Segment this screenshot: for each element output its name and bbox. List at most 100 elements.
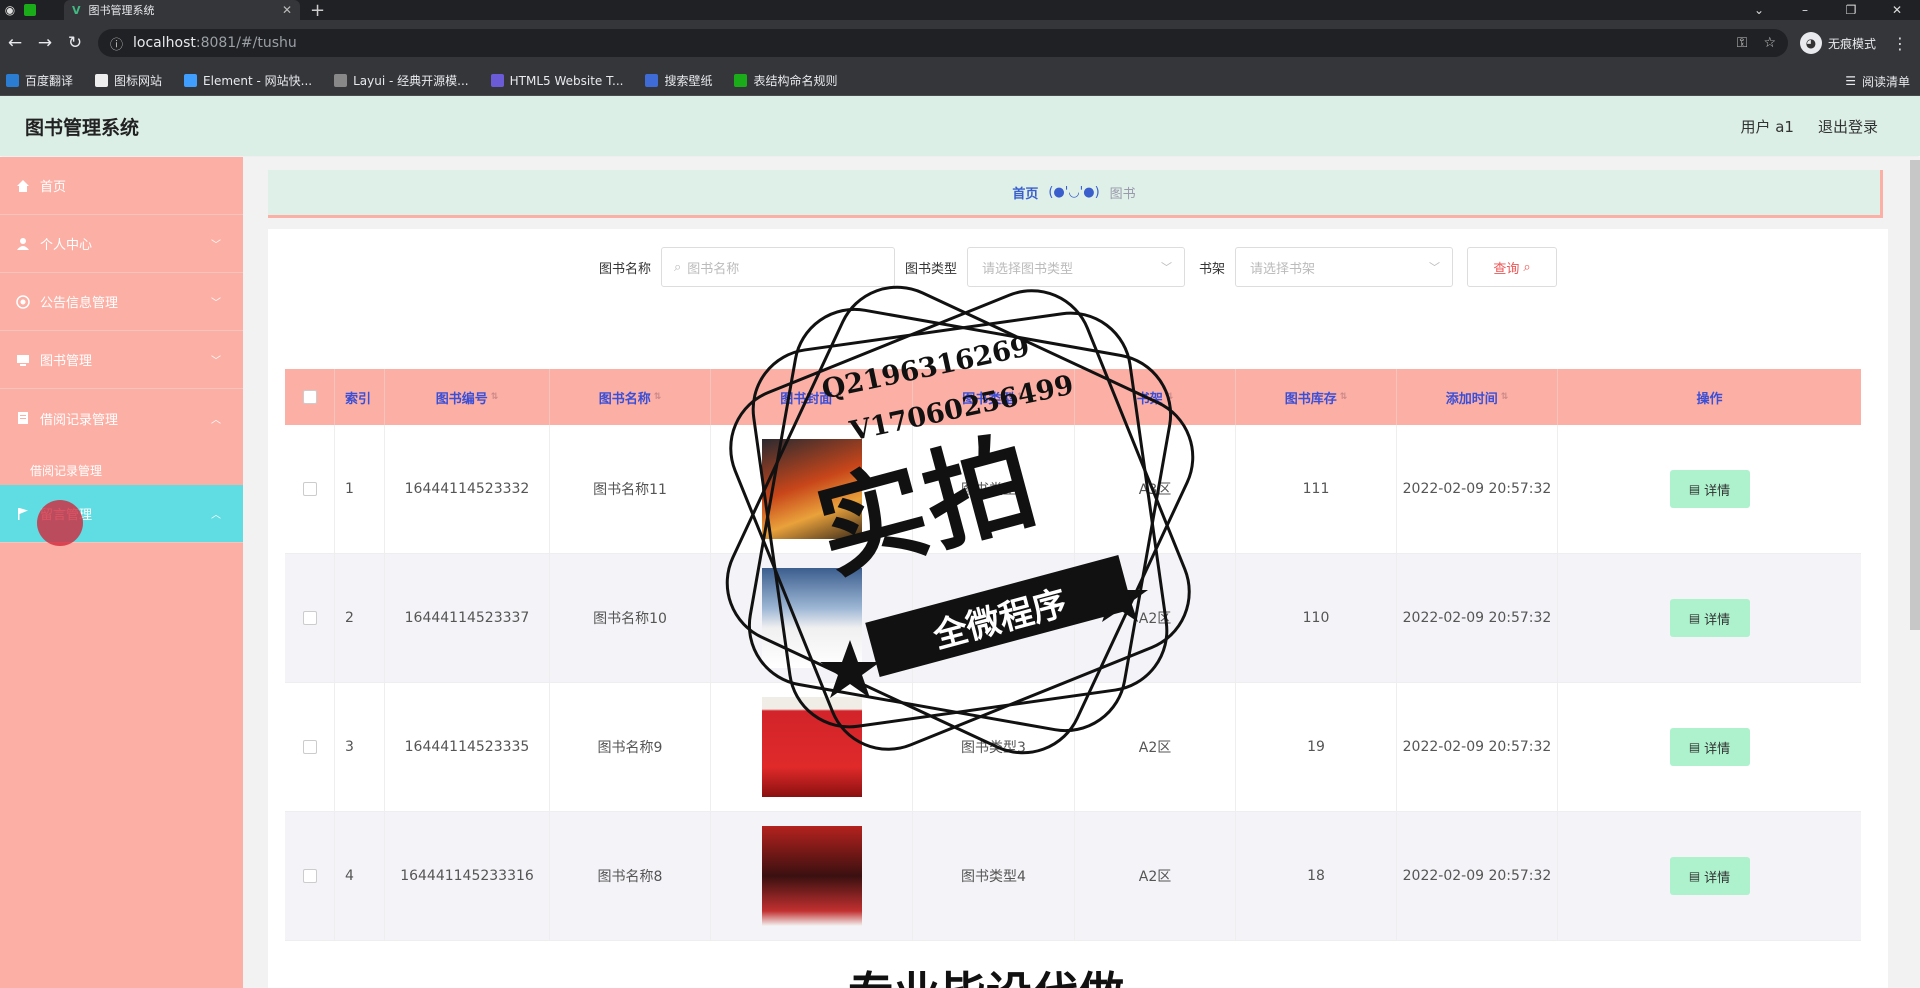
- row-checkbox[interactable]: [302, 740, 317, 754]
- detail-button[interactable]: ▤ 详情: [1669, 470, 1750, 508]
- browser-tab-active[interactable]: V 图书管理系统 ✕: [64, 0, 300, 20]
- row-checkbox[interactable]: [302, 482, 317, 496]
- bookmark-favicon-icon: [490, 74, 504, 87]
- book-name-input[interactable]: ⌕ 图书名称: [660, 247, 895, 287]
- reading-list-icon: ☰: [1845, 74, 1856, 88]
- reading-list-button[interactable]: ☰ 阅读清单: [1845, 66, 1910, 96]
- book-cover-image: [761, 697, 862, 797]
- bookmark-item[interactable]: 搜索壁纸: [645, 72, 712, 89]
- restore-icon[interactable]: ❐: [1828, 3, 1874, 17]
- tab-search-icon[interactable]: ⌄: [1736, 3, 1782, 17]
- column-header[interactable]: 图书名称 ⇅: [550, 369, 711, 425]
- breadcrumb-home[interactable]: 首页: [1012, 183, 1038, 202]
- bookmark-item[interactable]: Layui - 经典开源模...: [334, 72, 469, 89]
- back-icon[interactable]: ←: [0, 33, 30, 53]
- column-header[interactable]: 图书编号 ⇅: [385, 369, 550, 425]
- tab-title: 图书管理系统: [88, 4, 155, 17]
- flag-icon: [16, 507, 30, 521]
- book-code: 16444114523335: [385, 682, 550, 812]
- detail-button[interactable]: ▤ 详情: [1669, 728, 1750, 766]
- chevron-down-icon: ﹀: [1429, 261, 1441, 274]
- sidebar-item-messages[interactable]: 留言管理 ︿: [0, 485, 243, 543]
- more-menu-icon[interactable]: ⋮: [1892, 34, 1908, 53]
- bookmark-item[interactable]: 表结构命名规则: [734, 72, 837, 89]
- detail-button[interactable]: ▤ 详情: [1669, 599, 1750, 637]
- row-index: 4: [335, 811, 385, 941]
- book-name: 图书名称11: [550, 424, 711, 554]
- bookmarks-bar: 百度翻译 图标网站 Element - 网站快... Layui - 经典开源模…: [0, 66, 1920, 96]
- query-button[interactable]: 查询 ⌕: [1467, 247, 1558, 287]
- book-type: 图书类型4: [913, 811, 1075, 941]
- bookmark-item[interactable]: Element - 网站快...: [184, 72, 312, 89]
- url-input[interactable]: ⓘ localhost:8081/#/tushu ⚿ ☆: [98, 29, 1788, 57]
- column-header[interactable]: 图书库存 ⇅: [1236, 369, 1397, 425]
- forward-icon[interactable]: →: [30, 33, 60, 53]
- notice-icon: [16, 294, 30, 309]
- sort-icon: ⇅: [490, 392, 499, 402]
- sidebar-item-books[interactable]: 图书管理 ﹀: [0, 331, 243, 389]
- book-added-time: 2022-02-09 20:57:32: [1397, 682, 1558, 812]
- incognito-label: 无痕模式: [1828, 36, 1877, 51]
- sidebar-item-label: 个人中心: [40, 238, 93, 253]
- search-form: 图书名称 ⌕ 图书名称 图书类型 请选择图书类型 ﹀ 书架 请选择书架 ﹀ 查询…: [268, 247, 1888, 287]
- click-indicator: [37, 500, 83, 546]
- user-icon: [16, 237, 30, 251]
- table-row: 3 16444114523335 图书名称9 图书类型3 A2区 19 2022…: [285, 682, 1861, 812]
- table-row: 4 164441145233316 图书名称8 图书类型4 A2区 18 202…: [285, 811, 1861, 941]
- bookmark-item[interactable]: 图标网站: [95, 72, 162, 89]
- window-controls: ⌄ – ❐ ✕: [1736, 0, 1920, 20]
- book-code: 16444114523332: [385, 424, 550, 554]
- sidebar-item-borrow[interactable]: 借阅记录管理 ︿: [0, 389, 243, 447]
- book-stock: 111: [1236, 424, 1397, 554]
- bookmark-item[interactable]: HTML5 Website T...: [490, 74, 623, 88]
- row-index: 1: [335, 424, 385, 554]
- book-shelf: A2区: [1075, 811, 1236, 941]
- sidebar-item-profile[interactable]: 个人中心 ﹀: [0, 215, 243, 273]
- incognito-badge[interactable]: ◕ 无痕模式: [1800, 32, 1876, 54]
- new-tab-icon[interactable]: +: [310, 0, 325, 21]
- book-name: 图书名称8: [550, 811, 711, 941]
- row-index: 2: [335, 553, 385, 683]
- book-code: 16444114523337: [385, 553, 550, 683]
- site-info-icon[interactable]: ⓘ: [110, 34, 123, 53]
- bookmark-favicon-icon: [645, 74, 659, 87]
- app-brand: 图书管理系统: [25, 116, 140, 139]
- chevron-down-icon: ﹀: [1161, 261, 1172, 274]
- bookmark-star-icon[interactable]: ☆: [1763, 35, 1776, 51]
- logout-link[interactable]: 退出登录: [1818, 116, 1878, 137]
- sidebar-item-label: 借阅记录管理: [40, 412, 119, 428]
- sidebar-item-label: 图书管理: [40, 354, 93, 369]
- sort-icon: ⇅: [1165, 392, 1174, 402]
- column-header[interactable]: 书架 ⇅: [1075, 369, 1236, 425]
- shelf-select[interactable]: 请选择书架 ﹀: [1235, 247, 1454, 287]
- globe-icon[interactable]: ◉: [0, 0, 20, 20]
- close-window-icon[interactable]: ✕: [1874, 3, 1920, 17]
- app-header: 图书管理系统 用户 a1 退出登录: [0, 96, 1920, 156]
- book-name: 图书名称9: [550, 682, 711, 812]
- pinned-tab-icon[interactable]: [20, 0, 40, 20]
- reload-icon[interactable]: ↻: [60, 33, 90, 53]
- select-all-checkbox[interactable]: [302, 390, 317, 404]
- sidebar-item-notice[interactable]: 公告信息管理 ﹀: [0, 273, 243, 331]
- detail-button[interactable]: ▤ 详情: [1669, 857, 1750, 895]
- key-icon[interactable]: ⚿: [1737, 35, 1748, 51]
- book-name-label: 图书名称: [598, 261, 651, 277]
- sidebar-item-home[interactable]: 首页: [0, 157, 243, 215]
- row-checkbox[interactable]: [302, 611, 317, 625]
- book-type-select[interactable]: 请选择图书类型 ﹀: [967, 247, 1185, 287]
- current-user: 用户 a1: [1740, 117, 1794, 136]
- column-header[interactable]: 添加时间 ⇅: [1397, 369, 1558, 425]
- minimize-icon[interactable]: –: [1782, 3, 1828, 17]
- row-checkbox[interactable]: [302, 869, 317, 883]
- select-all-checkbox-cell[interactable]: [285, 369, 335, 425]
- sidebar-subitem-borrow-records[interactable]: 借阅记录管理: [0, 447, 243, 485]
- page-scrollbar[interactable]: [1910, 160, 1920, 630]
- watermark-bottom-text: 专业毕设代做: [848, 958, 1124, 988]
- sort-icon: ⇅: [1339, 392, 1348, 402]
- close-tab-icon[interactable]: ✕: [282, 3, 292, 17]
- bookmark-item[interactable]: 百度翻译: [6, 72, 73, 89]
- book-stock: 18: [1236, 811, 1397, 941]
- column-header: 操作: [1696, 391, 1723, 407]
- book-cover-image: [761, 826, 862, 926]
- sort-icon: ⇅: [1500, 392, 1509, 402]
